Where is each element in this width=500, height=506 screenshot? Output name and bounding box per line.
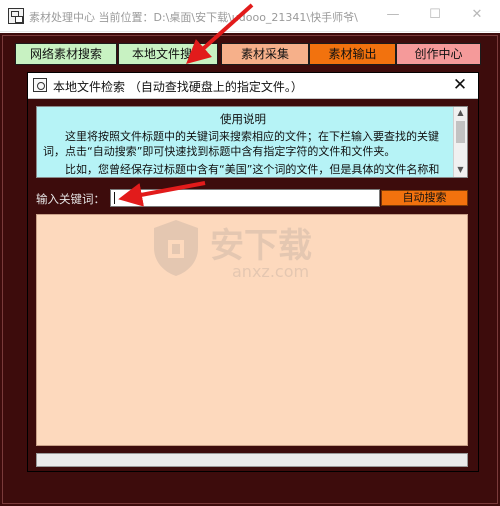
dialog-title: 本地文件检索 （自动查找硬盘上的指定文件。） [53,80,303,94]
close-window-button[interactable]: ✕ [467,5,487,25]
usage-scrollbar[interactable]: ▲ ▼ [453,107,467,177]
tab-material-collect[interactable]: 素材采集 [221,43,309,65]
watermark: 安下载 anxz.com [150,212,350,292]
text-caret [114,192,115,204]
scroll-down-icon[interactable]: ▼ [454,164,467,176]
usage-heading: 使用说明 [220,112,266,126]
maximize-button[interactable]: ☐ [425,5,445,25]
tab-material-output[interactable]: 素材输出 [309,43,396,65]
watermark-brand-en: anxz.com [232,262,310,281]
usage-text: 这里将按照文件标题中的关键词来搜索相应的文件；在下栏输入要查找的关键词，点击“自… [43,129,449,177]
status-bar [36,453,468,467]
minimize-button[interactable]: — [383,5,403,25]
keyword-input[interactable] [110,189,380,207]
tab-local-file-search[interactable]: 本地文件搜索 [118,43,218,65]
usage-paragraph: 这里将按照文件标题中的关键词来搜索相应的文件；在下栏输入要查找的关键词，点击“自… [43,130,439,158]
tab-creation-center[interactable]: 创作中心 [396,43,481,65]
usage-instructions-panel[interactable]: 使用说明 这里将按照文件标题中的关键词来搜索相应的文件；在下栏输入要查找的关键词… [36,106,468,178]
keyword-label: 输入关键词： [36,192,105,206]
auto-search-button[interactable]: 自动搜索 [381,190,468,206]
scroll-up-icon[interactable]: ▲ [454,107,467,119]
dialog-title-bar: 本地文件检索 （自动查找硬盘上的指定文件。） ✕ [28,73,478,99]
dialog-close-button[interactable]: ✕ [450,75,470,95]
search-window-icon [33,78,47,92]
scroll-thumb[interactable] [456,121,465,143]
watermark-brand-cn: 安下载 [210,226,312,266]
shield-logo-icon [154,220,198,276]
title-bar: 素材处理中心 当前位置：D:\桌面\安下载\udooo_21341\快手师爷\ … [0,0,500,32]
usage-paragraph: 比如，您曾经保存过标题中含有“美国”这个词的文件，但是具体的文件名称和 [65,163,440,176]
window-title: 素材处理中心 当前位置：D:\桌面\安下载\udooo_21341\快手师爷\ [29,11,358,24]
app-window-icon [8,8,24,24]
tab-web-material-search[interactable]: 网络素材搜索 [15,43,117,65]
